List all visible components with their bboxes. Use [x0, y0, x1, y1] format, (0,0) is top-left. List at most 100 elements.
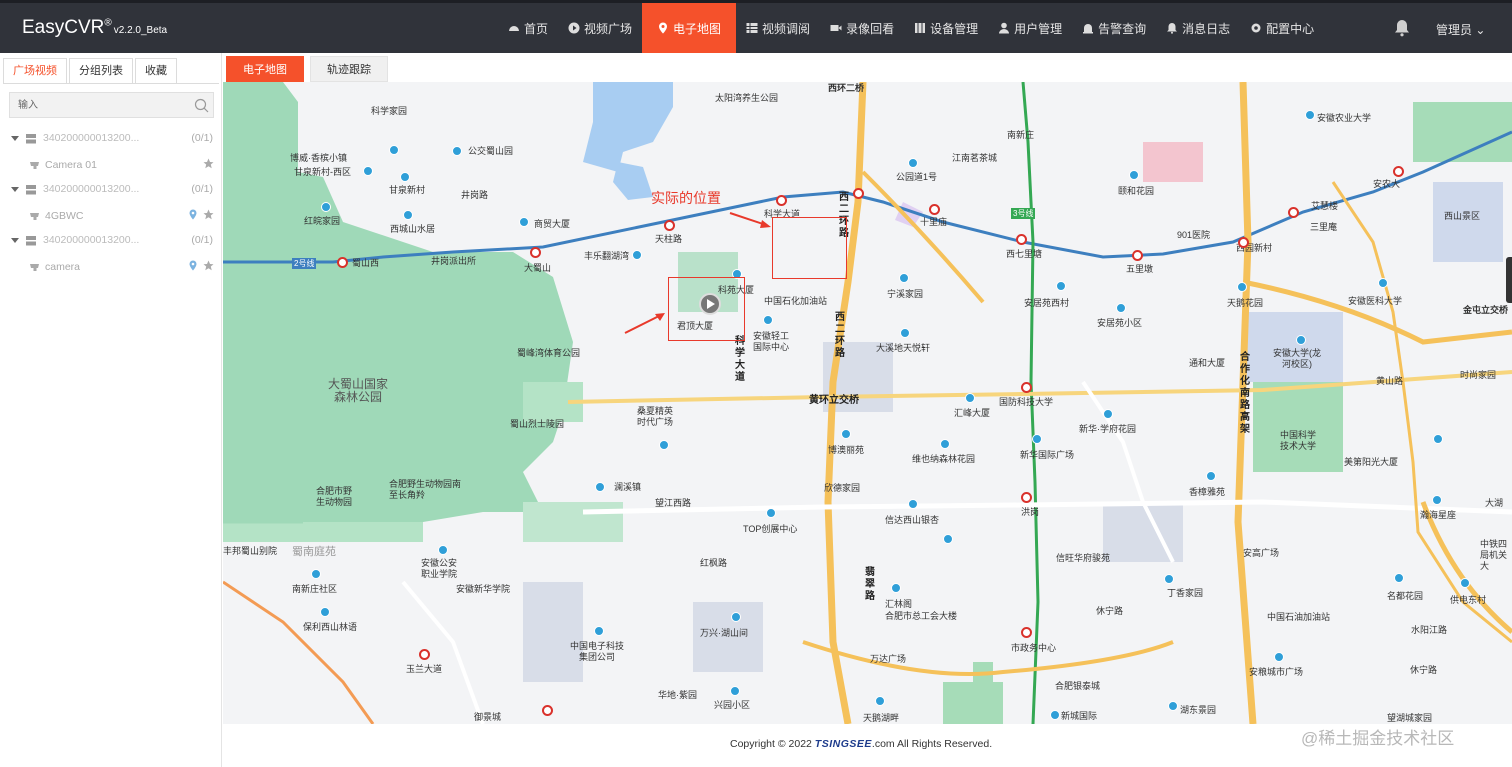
metro-station-icon[interactable] [929, 204, 940, 215]
nav-user-manage[interactable]: 用户管理 [988, 3, 1072, 53]
star-icon[interactable] [203, 209, 214, 220]
map-zoom-handle[interactable] [1506, 257, 1512, 303]
caret-down-icon[interactable] [11, 136, 19, 141]
poi-icon[interactable] [899, 273, 909, 283]
metro-station-icon[interactable] [542, 705, 553, 716]
metro-station-icon[interactable] [1132, 250, 1143, 261]
poi-icon[interactable] [763, 315, 773, 325]
metro-station-icon[interactable] [1288, 207, 1299, 218]
poi-icon[interactable] [1432, 495, 1442, 505]
poi-icon[interactable] [1237, 282, 1247, 292]
tree-node[interactable]: 340200000013200... (0/1) [0, 178, 222, 204]
tab-favorites[interactable]: 收藏 [135, 58, 177, 84]
nav-config-center[interactable]: 配置中心 [1240, 3, 1324, 53]
nav-video-square[interactable]: 视频广场 [558, 3, 642, 53]
nav-alarm-query[interactable]: 告警查询 [1072, 3, 1156, 53]
search-input[interactable] [10, 93, 180, 117]
star-icon[interactable] [203, 158, 214, 169]
nav-message-log[interactable]: 消息日志 [1156, 3, 1240, 53]
poi-icon[interactable] [1129, 170, 1139, 180]
poi-icon[interactable] [1433, 434, 1443, 444]
caret-down-icon[interactable] [11, 187, 19, 192]
metro-station-icon[interactable] [1238, 237, 1249, 248]
poi-icon[interactable] [438, 545, 448, 555]
map-view[interactable]: 太阳湾养生公园 西环二桥 科学家园 公交蜀山园 博威·香槟小镇 甘泉新村-西区 … [223, 82, 1512, 724]
tab-track[interactable]: 轨迹跟踪 [310, 56, 388, 82]
poi-icon[interactable] [1032, 434, 1042, 444]
poi-icon[interactable] [1274, 652, 1284, 662]
poi-icon[interactable] [594, 626, 604, 636]
map-label: 甘泉新村 [389, 185, 426, 195]
poi-icon[interactable] [320, 607, 330, 617]
poi-icon[interactable] [900, 328, 910, 338]
poi-icon[interactable] [841, 429, 851, 439]
poi-icon[interactable] [1206, 471, 1216, 481]
poi-icon[interactable] [311, 569, 321, 579]
metro-station-icon[interactable] [419, 649, 430, 660]
camera-item[interactable]: Camera 01 [0, 153, 222, 179]
poi-icon[interactable] [1378, 278, 1388, 288]
poi-icon[interactable] [943, 534, 953, 544]
tab-group-list[interactable]: 分组列表 [69, 58, 133, 84]
poi-icon[interactable] [965, 393, 975, 403]
tab-electronic-map[interactable]: 电子地图 [226, 56, 304, 82]
poi-icon[interactable] [403, 210, 413, 220]
location-pin-icon[interactable] [188, 209, 198, 220]
poi-icon[interactable] [389, 145, 399, 155]
nav-electronic-map[interactable]: 电子地图 [642, 3, 737, 53]
poi-icon[interactable] [1116, 303, 1126, 313]
metro-station-icon[interactable] [1021, 382, 1032, 393]
poi-icon[interactable] [1305, 110, 1315, 120]
poi-icon[interactable] [519, 217, 529, 227]
poi-icon[interactable] [730, 686, 740, 696]
poi-icon[interactable] [1056, 281, 1066, 291]
poi-icon[interactable] [1050, 710, 1060, 720]
metro-station-icon[interactable] [1021, 492, 1032, 503]
tree-node[interactable]: 340200000013200... (0/1) [0, 127, 222, 153]
poi-icon[interactable] [875, 696, 885, 706]
poi-icon[interactable] [1164, 574, 1174, 584]
poi-icon[interactable] [321, 202, 331, 212]
poi-icon[interactable] [1296, 335, 1306, 345]
poi-icon[interactable] [400, 172, 410, 182]
nav-home[interactable]: 首页 [498, 3, 558, 53]
poi-icon[interactable] [908, 499, 918, 509]
admin-user-menu[interactable]: 管理员 ⌄ [1436, 21, 1485, 38]
metro-station-icon[interactable] [530, 247, 541, 258]
tab-square-video[interactable]: 广场视频 [3, 58, 67, 84]
poi-icon[interactable] [595, 482, 605, 492]
metro-station-icon[interactable] [1021, 627, 1032, 638]
poi-icon[interactable] [891, 583, 901, 593]
poi-icon[interactable] [363, 166, 373, 176]
search-icon[interactable] [194, 98, 209, 113]
location-pin-icon[interactable] [188, 260, 198, 271]
metro-station-icon[interactable] [664, 220, 675, 231]
poi-icon[interactable] [1460, 578, 1470, 588]
poi-icon[interactable] [1103, 409, 1113, 419]
metro-station-icon[interactable] [853, 188, 864, 199]
camera-marker-icon[interactable] [699, 293, 721, 315]
nav-device-manage[interactable]: 设备管理 [904, 3, 988, 53]
poi-icon[interactable] [1394, 573, 1404, 583]
poi-icon[interactable] [908, 158, 918, 168]
poi-icon[interactable] [731, 612, 741, 622]
camera-item[interactable]: 4GBWC [0, 204, 222, 230]
poi-icon[interactable] [632, 250, 642, 260]
caret-down-icon[interactable] [11, 238, 19, 243]
poi-icon[interactable] [940, 439, 950, 449]
metro-station-icon[interactable] [1393, 166, 1404, 177]
notification-bell-icon[interactable] [1394, 19, 1410, 37]
star-icon[interactable] [203, 260, 214, 271]
metro-station-icon[interactable] [337, 257, 348, 268]
nav-playback[interactable]: 录像回看 [820, 3, 904, 53]
poi-icon[interactable] [1168, 701, 1178, 711]
metro-station-icon[interactable] [776, 195, 787, 206]
nav-video-view[interactable]: 视频调阅 [736, 3, 820, 53]
camera-item[interactable]: camera [0, 255, 222, 281]
metro-station-icon[interactable] [1016, 234, 1027, 245]
poi-icon[interactable] [452, 146, 462, 156]
poi-icon[interactable] [766, 508, 776, 518]
poi-icon[interactable] [659, 440, 669, 450]
app-logo[interactable]: EasyCVR®v2.2.0_Beta [22, 17, 167, 39]
tree-node[interactable]: 340200000013200... (0/1) [0, 229, 222, 255]
